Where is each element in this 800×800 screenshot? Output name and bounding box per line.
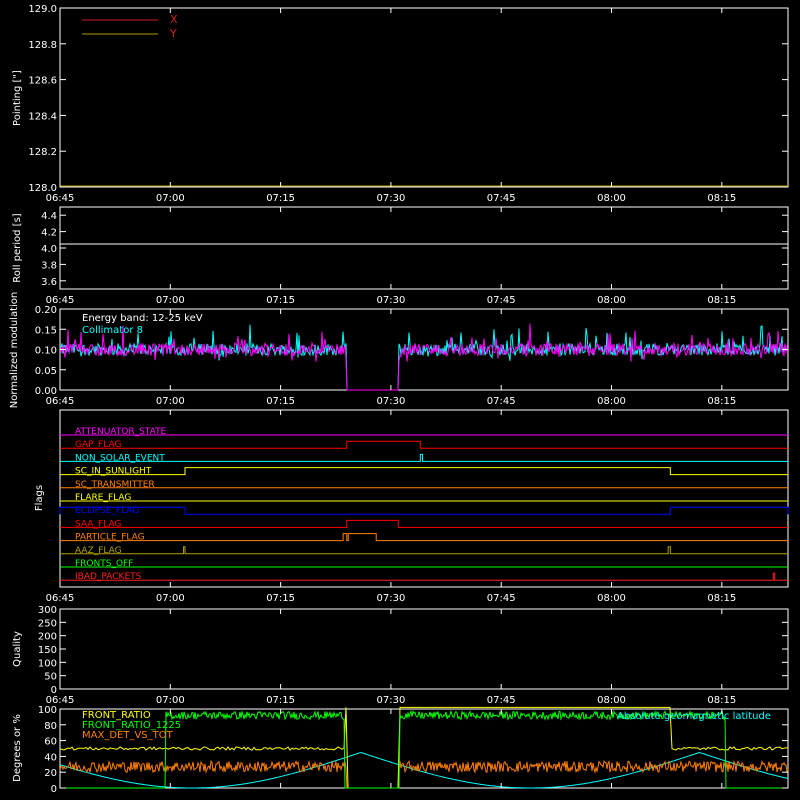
x-tick-label: 07:30 (376, 396, 405, 407)
y-tick-label: 128.2 (28, 147, 57, 158)
y-tick-label: 0.00 (35, 386, 57, 397)
x-tick-label: 07:30 (376, 593, 405, 604)
y-tick-label: 150 (38, 645, 57, 656)
x-tick-label: 07:15 (266, 695, 295, 706)
energy-band-annotation: Energy band: 12-25 keV (82, 313, 203, 324)
x-tick-label: 07:45 (487, 593, 516, 604)
y-tick-label: 0.15 (35, 325, 57, 336)
x-tick-label: 08:00 (597, 396, 626, 407)
y-tick-label: 0 (51, 784, 57, 795)
x-tick-label: 06:45 (46, 193, 75, 204)
x-tick-label: 07:00 (156, 193, 185, 204)
y-tick-label: 20 (44, 768, 57, 779)
x-tick-label: 07:45 (487, 695, 516, 706)
y-tick-label: 200 (38, 632, 57, 643)
y-tick-label: 0.20 (35, 305, 57, 316)
x-tick-label: 07:00 (156, 295, 185, 306)
x-tick-label: 08:15 (707, 593, 736, 604)
x-tick-label: 07:45 (487, 295, 516, 306)
x-tick-label: 07:15 (266, 295, 295, 306)
y-tick-label: 100 (38, 705, 57, 716)
ratios-ylabel: Degrees or % (12, 714, 23, 782)
geomag-latitude-annotation: Absolute geomagnetic latitude (617, 711, 771, 722)
y-tick-label: 128.8 (28, 40, 57, 51)
x-tick-label: 07:00 (156, 695, 185, 706)
y-tick-label: 4.0 (41, 244, 57, 255)
x-tick-label: 06:45 (46, 396, 75, 407)
x-tick-label: 08:00 (597, 193, 626, 204)
x-tick-label: 07:00 (156, 396, 185, 407)
x-tick-label: 08:15 (707, 193, 736, 204)
y-tick-label: 0 (51, 685, 57, 696)
x-tick-label: 08:15 (707, 295, 736, 306)
y-tick-label: 128.4 (28, 111, 57, 122)
hessi-quicklook-plot: Pointing ["] X Y Roll period [s] Normali… (0, 0, 800, 800)
x-tick-label: 07:30 (376, 695, 405, 706)
x-tick-label: 07:30 (376, 295, 405, 306)
x-tick-label: 07:45 (487, 193, 516, 204)
pointing-ylabel: Pointing ["] (12, 70, 23, 126)
y-tick-label: 128.6 (28, 76, 57, 87)
quality-ylabel: Quality (12, 631, 23, 667)
modulation-ylabel: Normalized modulation (9, 292, 20, 409)
y-tick-label: 60 (44, 737, 57, 748)
x-tick-label: 07:15 (266, 193, 295, 204)
collimator-annotation: Collimator 8 (82, 325, 143, 336)
y-tick-label: 0.10 (35, 346, 57, 357)
y-tick-label: 100 (38, 658, 57, 669)
y-tick-label: 50 (44, 672, 57, 683)
y-tick-label: 4.4 (41, 211, 57, 222)
y-tick-label: 0.05 (35, 366, 57, 377)
roll-ylabel: Roll period [s] (12, 213, 23, 282)
y-tick-label: 300 (38, 605, 57, 616)
y-tick-label: 3.6 (41, 277, 57, 288)
x-tick-label: 08:00 (597, 593, 626, 604)
x-tick-label: 08:00 (597, 295, 626, 306)
x-tick-label: 07:15 (266, 396, 295, 407)
x-tick-label: 07:15 (266, 593, 295, 604)
legend-x-label: X (170, 13, 178, 26)
flags-ylabel: Flags (34, 485, 45, 511)
legend-max-det: MAX_DET_VS_TOT (82, 730, 174, 741)
y-tick-label: 40 (44, 752, 57, 763)
y-tick-label: 4.2 (41, 228, 57, 239)
x-tick-label: 08:15 (707, 396, 736, 407)
y-tick-label: 3.8 (41, 260, 57, 271)
y-tick-label: 129.0 (28, 4, 57, 15)
x-tick-label: 06:45 (46, 593, 75, 604)
x-tick-label: 07:45 (487, 396, 516, 407)
legend-y-label: Y (169, 27, 177, 40)
y-tick-label: 128.0 (28, 183, 57, 194)
y-tick-label: 80 (44, 721, 57, 732)
x-tick-label: 07:00 (156, 593, 185, 604)
x-tick-label: 07:30 (376, 193, 405, 204)
x-tick-label: 08:00 (597, 695, 626, 706)
y-tick-label: 250 (38, 618, 57, 629)
x-tick-label: 08:15 (707, 695, 736, 706)
